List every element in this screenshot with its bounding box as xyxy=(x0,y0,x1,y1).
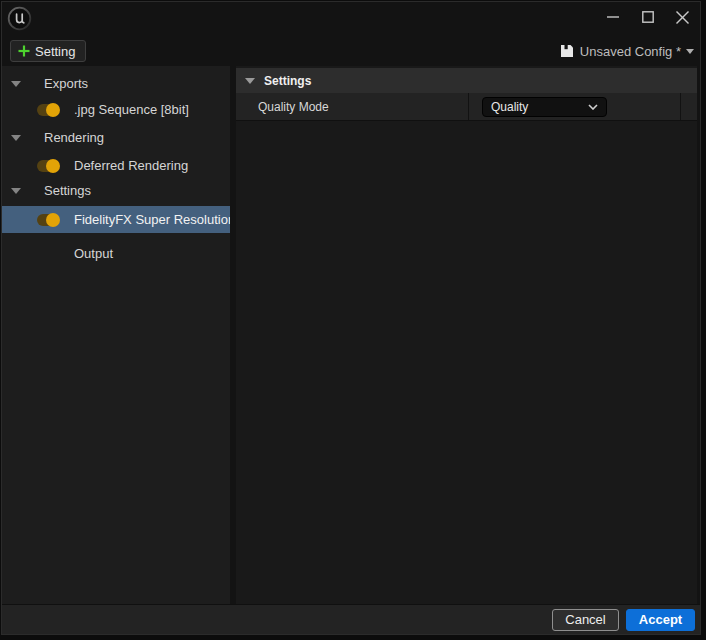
minimize-button[interactable] xyxy=(595,2,630,32)
cancel-button[interactable]: Cancel xyxy=(552,609,619,631)
window-controls xyxy=(595,2,700,32)
unreal-engine-logo-icon xyxy=(7,6,32,31)
maximize-button[interactable] xyxy=(630,2,665,32)
settings-tree-panel: Exports .jpg Sequence [8bit] Rendering D… xyxy=(2,66,230,604)
details-section-header[interactable]: Settings xyxy=(236,68,697,93)
details-panel: Settings Quality Mode Quality xyxy=(236,66,697,604)
close-button[interactable] xyxy=(665,2,700,32)
collapse-arrow-icon[interactable] xyxy=(11,135,21,141)
save-icon xyxy=(560,44,574,58)
property-label: Quality Mode xyxy=(236,93,469,120)
dialog-footer: Cancel Accept xyxy=(2,604,700,634)
collapse-arrow-icon xyxy=(245,78,255,84)
toolbar: Setting Unsaved Config * xyxy=(2,36,700,66)
accept-button[interactable]: Accept xyxy=(626,609,695,631)
tree-item-fidelityfx-super-resolution[interactable]: FidelityFX Super Resolution xyxy=(2,206,230,233)
toggle-on-switch[interactable] xyxy=(37,214,59,226)
config-preset-dropdown[interactable]: Unsaved Config * xyxy=(560,36,694,66)
movie-render-queue-settings-window: Setting Unsaved Config * Exports .jpg Se… xyxy=(1,1,701,635)
tree-group-exports[interactable]: Exports xyxy=(2,70,230,97)
collapse-arrow-icon[interactable] xyxy=(11,188,21,194)
collapse-arrow-icon[interactable] xyxy=(11,81,21,87)
titlebar xyxy=(2,2,700,36)
toggle-on-switch[interactable] xyxy=(37,160,59,172)
plus-icon xyxy=(18,45,30,57)
add-setting-label: Setting xyxy=(35,44,75,59)
property-row-quality-mode: Quality Mode Quality xyxy=(236,93,697,121)
caret-down-icon xyxy=(686,49,694,54)
chevron-down-icon xyxy=(588,104,598,110)
quality-mode-dropdown[interactable]: Quality xyxy=(482,97,607,117)
reset-column xyxy=(681,93,697,120)
toggle-on-switch[interactable] xyxy=(37,104,59,116)
tree-item-output[interactable]: Output xyxy=(2,240,230,267)
add-setting-button[interactable]: Setting xyxy=(10,40,86,62)
tree-group-rendering[interactable]: Rendering xyxy=(2,124,230,151)
config-label: Unsaved Config * xyxy=(580,44,681,59)
tree-group-settings[interactable]: Settings xyxy=(2,177,230,204)
tree-item-deferred-rendering[interactable]: Deferred Rendering xyxy=(2,152,230,179)
tree-item-jpg-sequence[interactable]: .jpg Sequence [8bit] xyxy=(2,96,230,123)
